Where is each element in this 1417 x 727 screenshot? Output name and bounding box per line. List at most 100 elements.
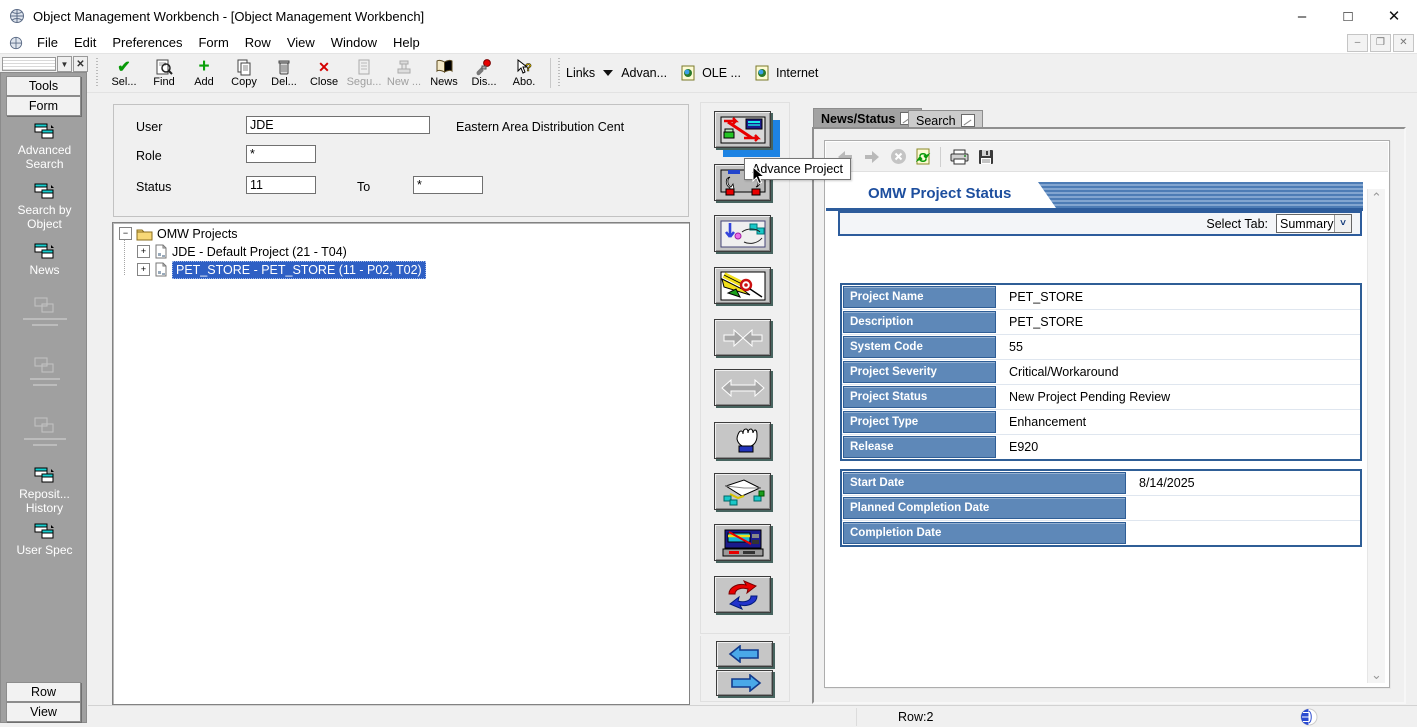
tree-root-omw-projects[interactable]: − OMW Projects — [119, 225, 238, 242]
mdi-restore-button[interactable]: ❐ — [1370, 34, 1391, 52]
select-tab-label: Select Tab: — [1206, 217, 1268, 231]
add-button[interactable]: + Add — [184, 55, 224, 91]
links-label[interactable]: Links — [566, 66, 595, 80]
form-tab-button[interactable]: Form — [6, 96, 81, 116]
view-tab-button[interactable]: View — [6, 702, 81, 722]
menu-help[interactable]: Help — [385, 33, 428, 52]
internet-link[interactable]: Internet — [776, 66, 818, 80]
copy-button[interactable]: Copy — [224, 55, 264, 91]
toolbar-gripper[interactable] — [95, 58, 100, 88]
next-button[interactable] — [716, 670, 773, 696]
minimize-button[interactable]: – — [1279, 0, 1325, 32]
close-form-button[interactable]: ✕ Close — [304, 55, 344, 91]
status-from-input[interactable] — [246, 176, 316, 194]
scroll-up-icon[interactable]: ⌃ — [1368, 189, 1385, 206]
dock-dropdown-button[interactable]: ▼ — [57, 56, 72, 72]
mdi-minimize-button[interactable]: – — [1347, 34, 1368, 52]
tab-news-status[interactable]: News/Status — [813, 108, 922, 128]
vertical-scrollbar[interactable]: ⌃ ⌄ — [1367, 189, 1385, 683]
cascade-windows-icon — [34, 123, 56, 140]
news-button[interactable]: News — [424, 55, 464, 91]
about-button[interactable]: ? Abo. — [504, 55, 544, 91]
selected-tree-label: PET_STORE - PET_STORE (11 - P02, T02) — [172, 261, 426, 279]
project-status-board-icon — [720, 116, 766, 144]
hand-icon — [723, 427, 763, 455]
globe-status-icon — [1300, 708, 1318, 726]
merge-objects-button — [714, 319, 771, 356]
tools-tab-button[interactable]: Tools — [6, 76, 81, 96]
close-x-icon: ✕ — [318, 59, 330, 76]
menu-preferences[interactable]: Preferences — [104, 33, 190, 52]
printer-icon[interactable] — [950, 149, 969, 165]
scroll-down-icon[interactable]: ⌄ — [1368, 666, 1385, 683]
dock-close-button[interactable]: ✕ — [73, 56, 88, 72]
status-bar: Row:2 — [88, 705, 1417, 727]
menu-edit[interactable]: Edit — [66, 33, 104, 52]
forward-arrow-icon[interactable] — [863, 150, 881, 164]
project-dates-table: Start Date8/14/2025 Planned Completion D… — [840, 469, 1362, 547]
user-label: User — [136, 120, 162, 134]
menu-form[interactable]: Form — [190, 33, 236, 52]
arrow-right-icon — [728, 674, 762, 692]
refresh-page-icon[interactable] — [916, 148, 931, 165]
transfer-objects-button[interactable] — [714, 215, 771, 252]
mdi-close-button[interactable]: ✕ — [1393, 34, 1414, 52]
maximize-button[interactable]: □ — [1325, 0, 1371, 32]
find-button[interactable]: Find — [144, 55, 184, 91]
close-button[interactable]: ✕ — [1371, 0, 1417, 32]
dispatch-button[interactable]: Dis... — [464, 55, 504, 91]
mdi-window-controls: – ❐ ✕ — [1347, 34, 1414, 52]
save-floppy-icon[interactable] — [978, 149, 994, 165]
mail-objects-icon — [720, 478, 766, 506]
role-input[interactable] — [246, 145, 316, 163]
previous-button[interactable] — [716, 641, 773, 667]
cascade-windows-icon — [34, 183, 56, 200]
menu-view[interactable]: View — [279, 33, 323, 52]
menu-row[interactable]: Row — [237, 33, 279, 52]
toolbar-separator — [550, 58, 551, 88]
table-row: Completion Date — [842, 521, 1360, 545]
project-status-button[interactable] — [714, 111, 771, 148]
status-to-input[interactable] — [413, 176, 483, 194]
row-tab-button[interactable]: Row — [6, 682, 81, 702]
advanced-link[interactable]: Advan... — [621, 66, 667, 80]
sidebar-item-advanced-search[interactable]: Advanced Search — [1, 123, 88, 171]
to-label: To — [357, 180, 370, 194]
refresh-cycle-icon — [721, 580, 765, 610]
sidebar-item-search-by-object[interactable]: Search by Object — [1, 183, 88, 231]
workstation-icon — [721, 528, 765, 558]
delete-button[interactable]: Del... — [264, 55, 304, 91]
table-row: DescriptionPET_STORE — [842, 310, 1360, 335]
expand-icon[interactable]: + — [137, 263, 150, 276]
checkout-hand-button[interactable] — [714, 422, 771, 459]
cascade-windows-icon — [34, 297, 56, 314]
sidebar-item-repository-history[interactable]: Reposit... History — [1, 467, 88, 515]
dock-gripper[interactable] — [2, 57, 56, 71]
project-doc-icon — [154, 262, 168, 277]
select-button[interactable]: ✔ Sel... — [104, 55, 144, 91]
expand-icon[interactable]: + — [137, 245, 150, 258]
menu-window[interactable]: Window — [323, 33, 385, 52]
select-tab-dropdown[interactable]: Summary ˅ — [1276, 214, 1352, 233]
design-tools-button[interactable] — [714, 267, 771, 304]
workstation-button[interactable] — [714, 524, 771, 561]
links-dropdown-icon[interactable] — [603, 70, 613, 76]
stamp-icon — [396, 59, 413, 76]
tree-node-jde-default-project[interactable]: + JDE - Default Project (21 - T04) — [137, 243, 347, 260]
menu-file[interactable]: File — [29, 33, 66, 52]
chevron-down-icon: ˅ — [1334, 215, 1351, 232]
mail-objects-button[interactable] — [714, 473, 771, 510]
stop-icon[interactable] — [890, 148, 907, 165]
user-input[interactable] — [246, 116, 430, 134]
refresh-cycle-button[interactable] — [714, 576, 771, 613]
project-status-content: OMW Project Status Select Tab: Summary ˅… — [826, 172, 1366, 687]
sidebar-item-news[interactable]: News — [1, 243, 88, 277]
sidebar-item-user-spec[interactable]: User Spec — [1, 523, 88, 557]
tree-node-pet-store[interactable]: + PET_STORE - PET_STORE (11 - P02, T02) — [137, 261, 426, 278]
mouse-cursor — [752, 166, 765, 185]
links-gripper[interactable] — [557, 58, 562, 88]
ole-link[interactable]: OLE ... — [702, 66, 741, 80]
collapse-icon[interactable]: − — [119, 227, 132, 240]
menubar: File Edit Preferences Form Row View Wind… — [0, 32, 1417, 54]
find-icon — [155, 59, 173, 76]
